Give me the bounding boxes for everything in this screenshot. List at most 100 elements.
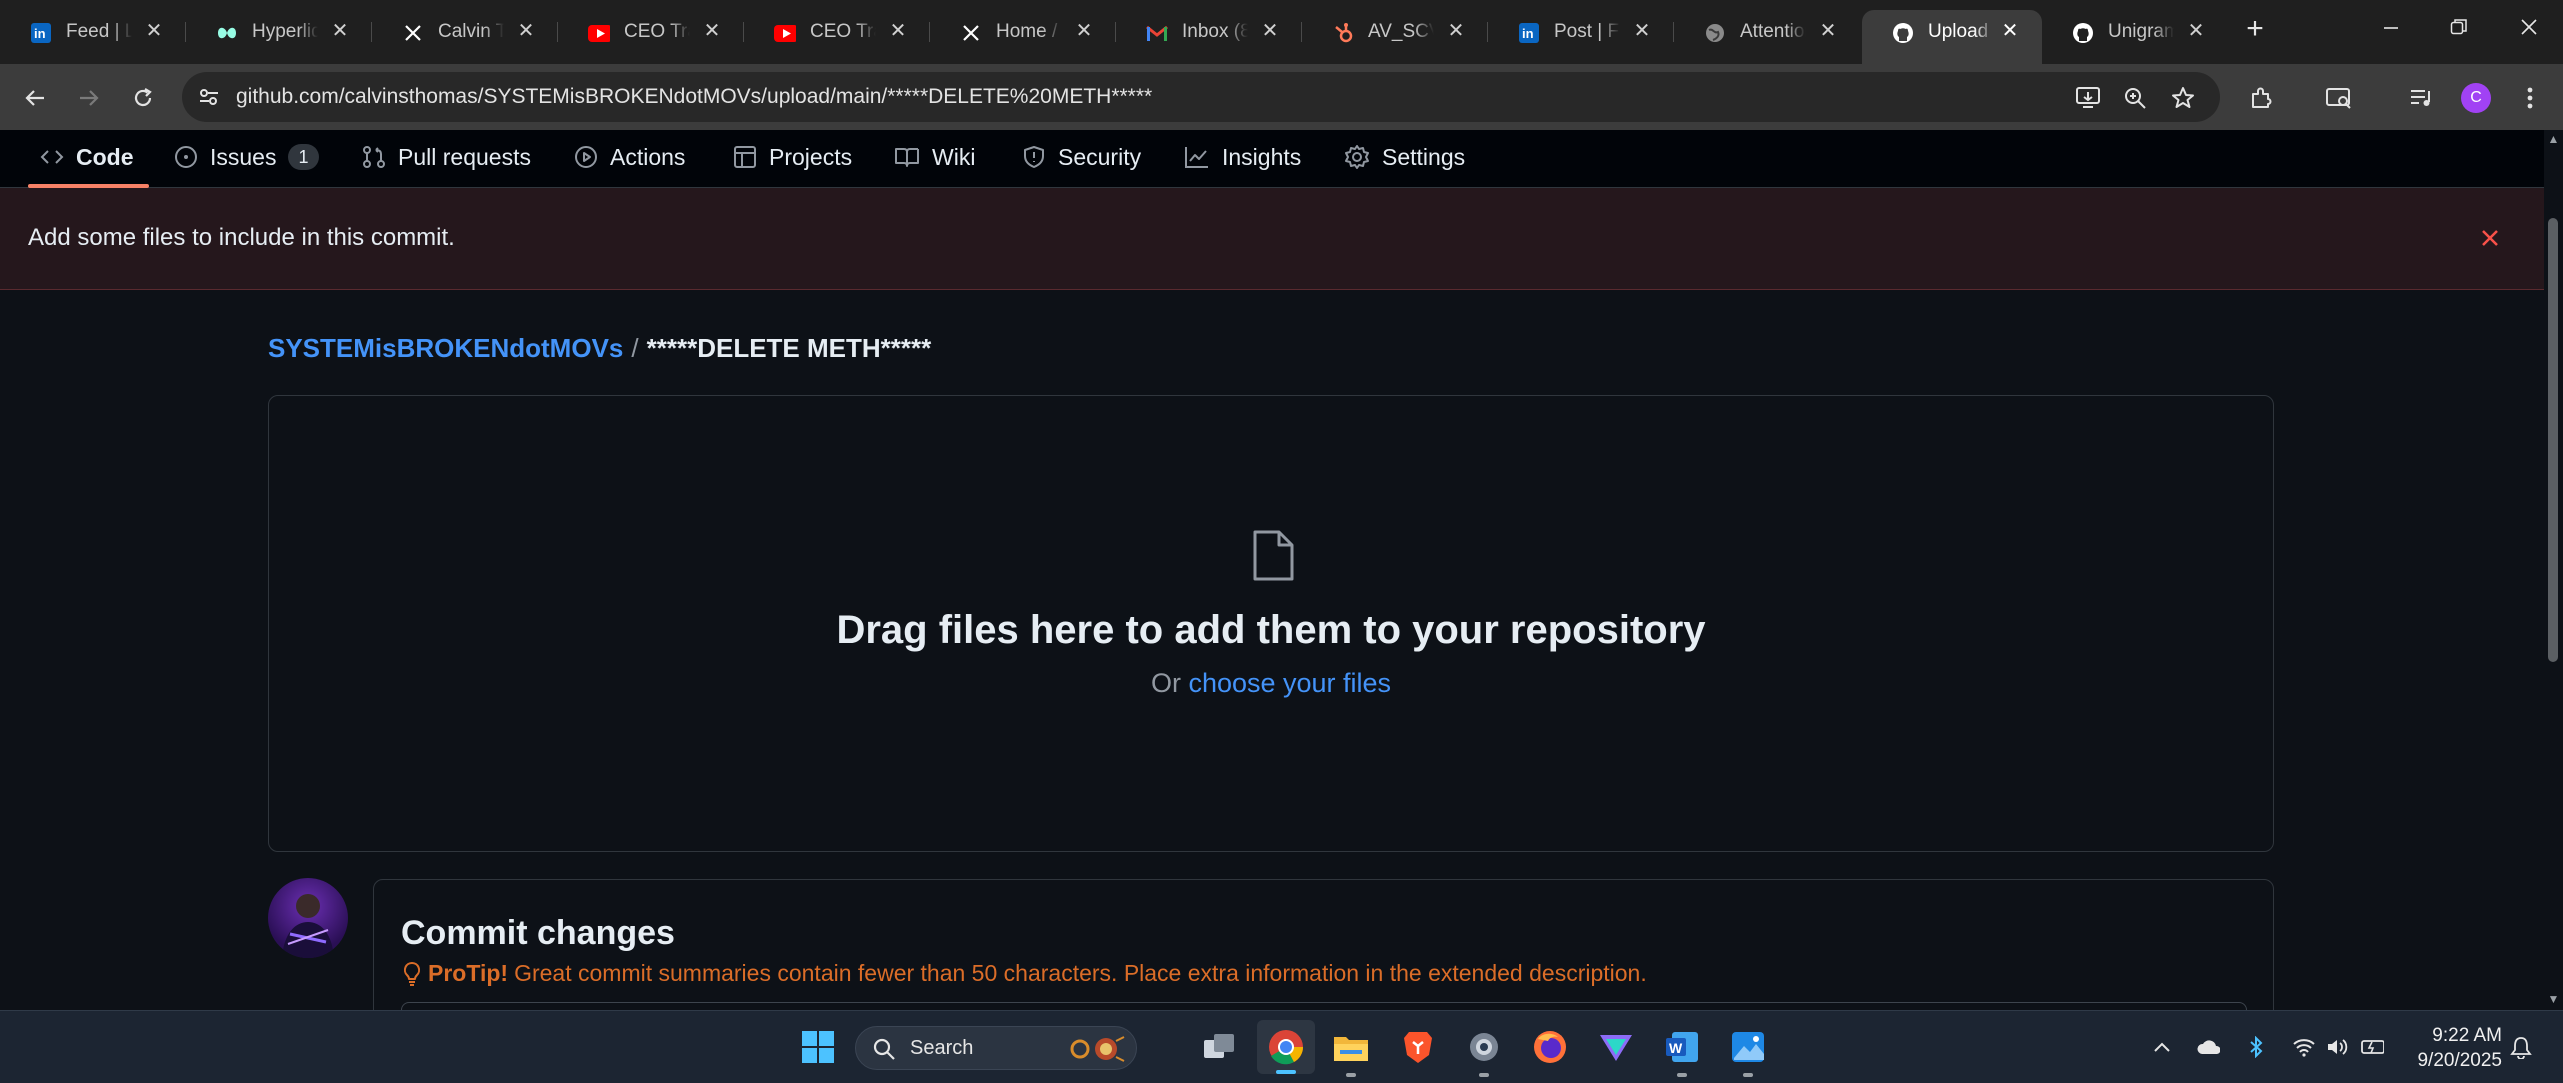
taskbar-chrome[interactable] [1257, 1020, 1315, 1074]
tab-pull-requests[interactable]: Pull requests [362, 138, 531, 176]
clock-date: 9/20/2025 [2417, 1050, 2502, 1071]
tab-security[interactable]: Security [1022, 138, 1141, 176]
tab-title: Home / X [996, 21, 1062, 42]
taskbar-search[interactable]: Search [855, 1026, 1137, 1070]
choose-files-link[interactable]: choose your files [1188, 668, 1391, 698]
tab-label: Security [1058, 143, 1142, 170]
url-text[interactable]: github.com/calvinsthomas/SYSTEMisBROKENd… [236, 85, 1152, 109]
youtube-icon [588, 22, 610, 44]
browser-menu-icon[interactable] [2513, 81, 2547, 115]
close-icon[interactable]: ✕ [142, 19, 166, 43]
start-button[interactable] [796, 1025, 840, 1069]
tab-search-icon[interactable] [2322, 81, 2356, 115]
scroll-up-arrow[interactable]: ▲ [2546, 132, 2561, 146]
close-icon[interactable]: ✕ [1630, 19, 1654, 43]
browser-tab[interactable]: CEO Traylor ✕ [558, 10, 744, 54]
close-icon[interactable]: ✕ [1998, 19, 2022, 43]
wifi-icon[interactable] [2292, 1035, 2316, 1059]
browser-tab[interactable]: Inbox (84) ✕ [1116, 10, 1302, 54]
address-bar[interactable]: github.com/calvinsthomas/SYSTEMisBROKENd… [182, 72, 2220, 122]
task-view-button[interactable] [1197, 1025, 1241, 1069]
extensions-icon[interactable] [2244, 81, 2278, 115]
browser-tab[interactable]: CEO Traylor ✕ [744, 10, 930, 54]
tab-projects[interactable]: Projects [733, 138, 852, 176]
taskbar-photos[interactable] [1726, 1025, 1770, 1077]
browser-tab-active[interactable]: Upload files ✕ [1862, 10, 2042, 64]
dismiss-flash-button[interactable] [2473, 221, 2507, 255]
svg-text:in: in [34, 26, 46, 41]
close-icon[interactable]: ✕ [1816, 19, 1840, 43]
close-icon[interactable]: ✕ [700, 19, 724, 43]
taskbar-firefox[interactable] [1528, 1025, 1572, 1069]
taskbar-settings[interactable] [1462, 1025, 1506, 1077]
forward-button[interactable] [72, 81, 106, 115]
profile-avatar[interactable]: C [2459, 81, 2493, 115]
tab-wiki[interactable]: Wiki [894, 138, 975, 176]
code-icon [40, 150, 64, 164]
minimize-button[interactable] [2376, 14, 2406, 44]
tab-title: AV_SCV_C [1368, 21, 1434, 42]
tab-label: Code [76, 143, 134, 170]
volume-icon[interactable] [2326, 1035, 2350, 1059]
browser-tab[interactable]: Attention ✕ [1674, 10, 1860, 54]
reload-button[interactable] [126, 81, 160, 115]
browser-tab[interactable]: in Post | Feed ✕ [1488, 10, 1674, 54]
close-icon[interactable]: ✕ [1444, 19, 1468, 43]
browser-tab[interactable]: in Feed | LinkedIn ✕ [0, 10, 186, 54]
tab-actions[interactable]: Actions [574, 138, 685, 176]
bookmark-star-icon[interactable] [2170, 85, 2196, 111]
notification-bell-icon[interactable] [2509, 1035, 2533, 1059]
scrollbar-thumb[interactable] [2548, 218, 2558, 662]
windows-taskbar: Search W 9:22 AM 9/20/2025 [0, 1010, 2563, 1083]
close-window-button[interactable] [2514, 14, 2544, 44]
back-button[interactable] [18, 81, 52, 115]
browser-tab[interactable]: Calvin Thomas ✕ [372, 10, 558, 54]
browser-tab[interactable]: AV_SCV_C ✕ [1302, 10, 1488, 54]
breadcrumb-repo-link[interactable]: SYSTEMisBROKENdotMOVs [268, 333, 623, 363]
play-icon [575, 146, 597, 168]
svg-text:in: in [1522, 26, 1534, 41]
drop-zone-prefix: Or [1150, 668, 1181, 698]
tab-title: UnigramD [2108, 21, 2174, 42]
running-indicator [1677, 1073, 1687, 1077]
tab-settings[interactable]: Settings [1344, 138, 1465, 176]
scroll-down-arrow[interactable]: ▼ [2546, 992, 2561, 1006]
table-icon [734, 146, 756, 168]
tab-label: Actions [610, 143, 686, 170]
install-app-icon[interactable] [2075, 85, 2101, 111]
close-icon[interactable]: ✕ [1258, 19, 1282, 43]
taskbar-file-explorer[interactable] [1329, 1025, 1373, 1077]
close-icon[interactable]: ✕ [2184, 19, 2208, 43]
show-hidden-icons-chevron-icon[interactable] [2150, 1035, 2174, 1059]
new-tab-button[interactable]: + [2240, 14, 2270, 44]
close-icon[interactable]: ✕ [886, 19, 910, 43]
browser-tab[interactable]: Home / X ✕ [930, 10, 1116, 54]
bluetooth-icon[interactable] [2244, 1035, 2268, 1059]
site-settings-icon[interactable] [194, 82, 224, 112]
restore-button[interactable] [2444, 14, 2474, 44]
browser-tab-strip: in Feed | LinkedIn ✕ Hyperliquid ✕ Calvi… [0, 0, 2563, 64]
close-icon[interactable]: ✕ [328, 19, 352, 43]
running-indicator [1479, 1073, 1489, 1077]
battery-icon[interactable] [2360, 1035, 2384, 1059]
taskbar-word[interactable]: W [1660, 1025, 1704, 1077]
folder-icon [1334, 1037, 1368, 1061]
media-controls-icon[interactable] [2405, 81, 2439, 115]
zoom-icon[interactable] [2122, 85, 2148, 111]
youtube-icon [774, 22, 796, 44]
tab-code[interactable]: Code [40, 138, 134, 176]
page-scrollbar[interactable]: ▲ ▼ [2544, 130, 2563, 1010]
close-icon[interactable]: ✕ [514, 19, 538, 43]
browser-tab[interactable]: Hyperliquid ✕ [186, 10, 372, 54]
tab-issues[interactable]: Issues 1 [174, 138, 319, 176]
taskbar-brave[interactable] [1396, 1025, 1440, 1069]
tab-label: Issues [210, 143, 277, 170]
search-label: Search [910, 1037, 974, 1059]
system-clock[interactable]: 9:22 AM 9/20/2025 [2406, 1023, 2502, 1073]
tab-insights[interactable]: Insights [1184, 138, 1301, 176]
file-drop-zone[interactable]: Drag files here to add them to your repo… [268, 395, 2274, 852]
taskbar-proton-vpn[interactable] [1594, 1025, 1638, 1069]
browser-tab[interactable]: UnigramD ✕ [2042, 10, 2228, 54]
close-icon[interactable]: ✕ [1072, 19, 1096, 43]
onedrive-icon[interactable] [2196, 1035, 2220, 1059]
